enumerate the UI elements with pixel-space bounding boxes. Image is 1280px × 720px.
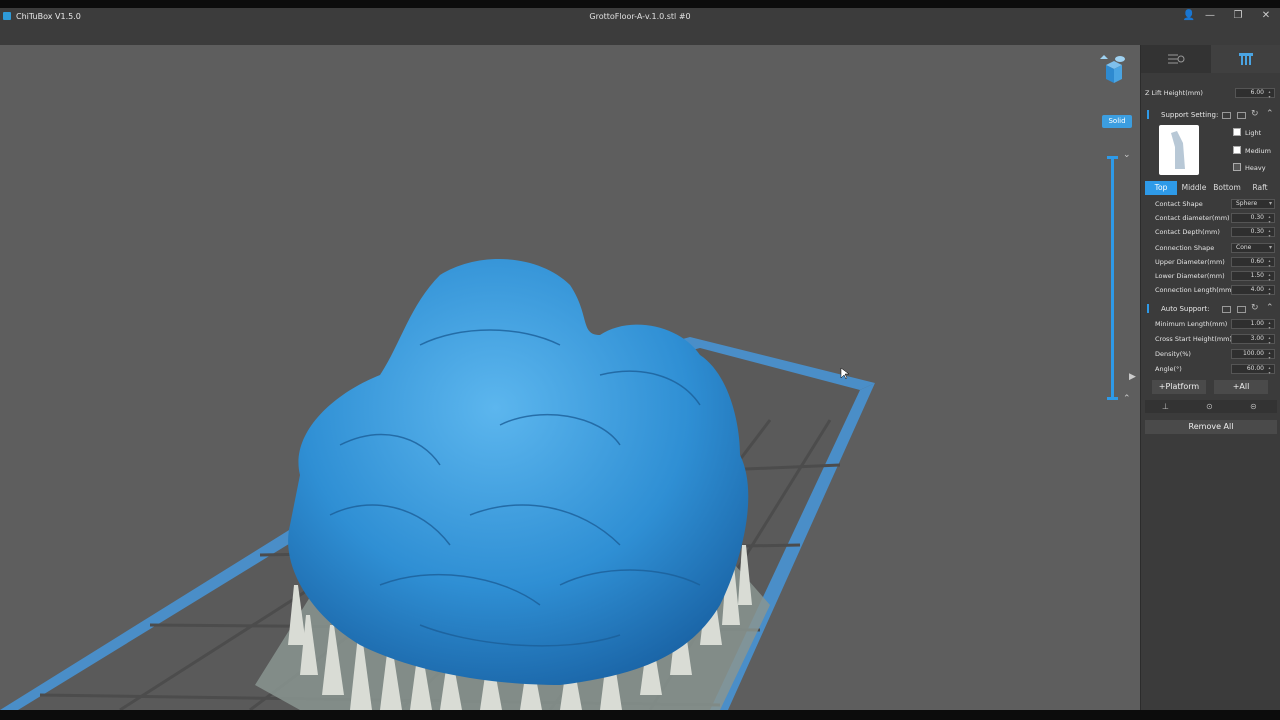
lower-diameter-label: Lower Diameter(mm)	[1155, 272, 1225, 280]
cross-start-height-label: Cross Start Height(mm)	[1155, 335, 1233, 343]
scene-render	[0, 258, 875, 710]
contact-depth-input[interactable]: 0.30	[1231, 227, 1275, 238]
layer-slider-track[interactable]	[1111, 157, 1114, 400]
layer-slider-bottom-arrow[interactable]: ⌃	[1123, 394, 1131, 404]
layer-slider-top-arrow[interactable]: ⌄	[1123, 150, 1131, 160]
layer-slider-bottom-handle[interactable]	[1107, 397, 1118, 400]
contact-shape-label: Contact Shape	[1155, 200, 1203, 208]
restore-button[interactable]: ❐	[1231, 10, 1245, 21]
preset-light-label: Light	[1245, 129, 1262, 137]
model-grotto-floor[interactable]	[288, 258, 749, 685]
contact-shape-select[interactable]: Sphere	[1231, 199, 1275, 209]
density-label: Density(%)	[1155, 350, 1191, 358]
panel-collapse-arrow[interactable]: ▶	[1129, 372, 1136, 382]
user-icon[interactable]: 👤	[1182, 10, 1196, 21]
add-all-supports-button[interactable]: +All	[1214, 380, 1268, 394]
connection-shape-label: Connection Shape	[1155, 244, 1215, 252]
density-input[interactable]: 100.00	[1231, 349, 1275, 360]
support-panel: Z Lift Height(mm) 6.00 Support Setting: …	[1140, 45, 1280, 710]
subtab-bottom[interactable]: Bottom	[1211, 181, 1243, 195]
angle-input[interactable]: 60.00	[1231, 364, 1275, 375]
export-icon[interactable]	[1237, 112, 1246, 119]
subtab-top[interactable]: Top	[1145, 181, 1177, 195]
upper-diameter-label: Upper Diameter(mm)	[1155, 258, 1225, 266]
remove-support-tool-icon[interactable]: ⊝	[1250, 402, 1257, 411]
auto-import-icon[interactable]	[1222, 306, 1231, 313]
support-pillars-icon	[1239, 53, 1253, 65]
3d-viewport[interactable]	[0, 45, 1140, 710]
minimum-length-label: Minimum Length(mm)	[1155, 320, 1228, 328]
tab-settings[interactable]	[1141, 45, 1211, 73]
upper-diameter-input[interactable]: 0.60	[1231, 257, 1275, 268]
minimum-length-input[interactable]: 1.00	[1231, 319, 1275, 330]
render-mode-solid-button[interactable]: Solid	[1102, 115, 1132, 128]
subtab-middle[interactable]: Middle	[1178, 181, 1210, 195]
bottom-letterbox	[0, 710, 1280, 720]
z-lift-label: Z Lift Height(mm)	[1145, 89, 1203, 97]
collapse-support-icon[interactable]: ⌃	[1266, 109, 1274, 119]
title-bar: ChiTuBox V1.5.0 GrottoFloor-A-v.1.0.stl …	[0, 8, 1280, 45]
cross-start-height-input[interactable]: 3.00	[1231, 334, 1275, 345]
tab-support[interactable]	[1211, 45, 1280, 73]
minimize-button[interactable]: —	[1203, 10, 1217, 21]
preset-heavy-checkbox[interactable]	[1233, 163, 1241, 171]
preset-heavy-label: Heavy	[1245, 164, 1266, 172]
support-section-marker	[1147, 110, 1149, 119]
support-tool-bar: ⊥ ⊙ ⊝	[1145, 400, 1277, 413]
contact-diameter-label: Contact diameter(mm)	[1155, 214, 1230, 222]
support-preview-image	[1159, 125, 1199, 175]
support-setting-title: Support Setting:	[1161, 111, 1219, 119]
settings-sliders-icon	[1168, 54, 1185, 64]
preset-medium-checkbox[interactable]	[1233, 146, 1241, 154]
add-platform-supports-button[interactable]: +Platform	[1152, 380, 1206, 394]
remove-all-button[interactable]: Remove All	[1145, 420, 1277, 434]
linear-support-tool-icon[interactable]: ⊙	[1206, 402, 1213, 411]
collapse-auto-icon[interactable]: ⌃	[1266, 303, 1274, 313]
subtab-raft[interactable]: Raft	[1244, 181, 1276, 195]
close-button[interactable]: ✕	[1259, 10, 1273, 21]
panel-tab-bar	[1141, 45, 1280, 73]
auto-reset-icon[interactable]: ↻	[1251, 303, 1259, 313]
preset-light-checkbox[interactable]	[1233, 128, 1241, 136]
contact-depth-label: Contact Depth(mm)	[1155, 228, 1220, 236]
connection-length-label: Connection Length(mm)	[1155, 286, 1234, 294]
connection-shape-select[interactable]: Cone	[1231, 243, 1275, 253]
angle-label: Angle(°)	[1155, 365, 1182, 373]
auto-export-icon[interactable]	[1237, 306, 1246, 313]
connection-length-input[interactable]: 4.00	[1231, 285, 1275, 296]
lower-diameter-input[interactable]: 1.50	[1231, 271, 1275, 282]
support-shape-preview-icon	[1171, 131, 1185, 169]
view-cube-icon[interactable]	[1098, 53, 1128, 87]
z-lift-input[interactable]: 6.00	[1235, 88, 1275, 99]
preset-medium-label: Medium	[1245, 147, 1271, 155]
contact-diameter-input[interactable]: 0.30	[1231, 213, 1275, 224]
auto-support-section-marker	[1147, 304, 1149, 313]
import-icon[interactable]	[1222, 112, 1231, 119]
reset-icon[interactable]: ↻	[1251, 109, 1259, 119]
auto-support-title: Auto Support:	[1161, 305, 1210, 313]
single-support-tool-icon[interactable]: ⊥	[1162, 402, 1169, 411]
document-title: GrottoFloor-A-v.1.0.stl #0	[589, 12, 691, 21]
